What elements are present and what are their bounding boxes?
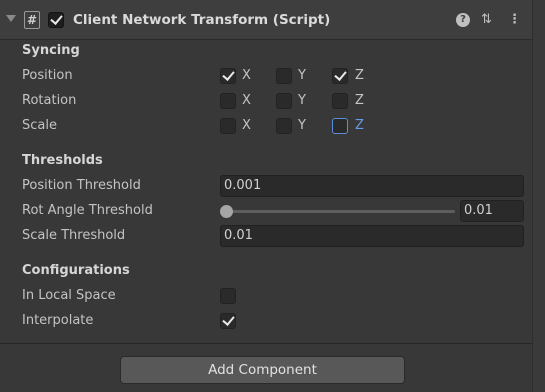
rotation-x-checkbox[interactable] <box>220 93 236 109</box>
component-divider <box>0 343 532 344</box>
foldout-arrow-icon[interactable] <box>6 15 16 22</box>
position-x-label: X <box>242 68 251 83</box>
script-icon: # <box>24 11 40 29</box>
rotation-z-label: Z <box>355 93 364 108</box>
rotation-z-checkbox[interactable] <box>332 93 348 109</box>
presets-icon[interactable]: ⇅ <box>481 12 492 27</box>
section-configurations: Configurations <box>22 263 130 278</box>
scale-threshold-label: Scale Threshold <box>22 228 126 243</box>
interpolate-label: Interpolate <box>22 313 94 328</box>
scale-x-checkbox[interactable] <box>220 118 236 134</box>
in-local-space-checkbox[interactable] <box>220 288 236 304</box>
scale-z-label: Z <box>355 118 364 133</box>
scale-sync-label: Scale <box>22 118 57 133</box>
position-threshold-label: Position Threshold <box>22 178 141 193</box>
position-threshold-input[interactable]: 0.001 <box>220 175 524 197</box>
section-thresholds: Thresholds <box>22 153 103 168</box>
scale-y-checkbox[interactable] <box>276 118 292 134</box>
scale-x-label: X <box>242 118 251 133</box>
in-local-space-label: In Local Space <box>22 288 116 303</box>
component-header[interactable]: # Client Network Transform (Script) ? ⇅ … <box>0 0 532 40</box>
rot-angle-slider-thumb[interactable] <box>220 205 233 218</box>
component-enabled-toggle[interactable] <box>48 12 64 28</box>
component-title: Client Network Transform (Script) <box>73 12 331 28</box>
scale-y-label: Y <box>298 118 306 133</box>
position-sync-label: Position <box>22 68 73 83</box>
rot-angle-slider-track[interactable] <box>227 210 455 213</box>
position-y-checkbox[interactable] <box>276 68 292 84</box>
scale-z-checkbox[interactable] <box>332 118 348 134</box>
position-x-checkbox[interactable] <box>220 68 236 84</box>
position-z-label: Z <box>355 68 364 83</box>
help-icon[interactable]: ? <box>456 13 470 27</box>
rot-angle-threshold-label: Rot Angle Threshold <box>22 203 153 218</box>
rotation-x-label: X <box>242 93 251 108</box>
rotation-sync-label: Rotation <box>22 93 77 108</box>
add-component-button[interactable]: Add Component <box>120 356 405 384</box>
context-menu-icon[interactable]: ⋮ <box>508 12 521 27</box>
rot-angle-threshold-input[interactable]: 0.01 <box>460 200 524 222</box>
inspector-scrollbar[interactable] <box>532 0 545 392</box>
position-y-label: Y <box>298 68 306 83</box>
rotation-y-checkbox[interactable] <box>276 93 292 109</box>
section-syncing: Syncing <box>22 43 80 58</box>
position-z-checkbox[interactable] <box>332 68 348 84</box>
interpolate-checkbox[interactable] <box>220 313 236 329</box>
scale-threshold-input[interactable]: 0.01 <box>220 225 524 247</box>
rotation-y-label: Y <box>298 93 306 108</box>
